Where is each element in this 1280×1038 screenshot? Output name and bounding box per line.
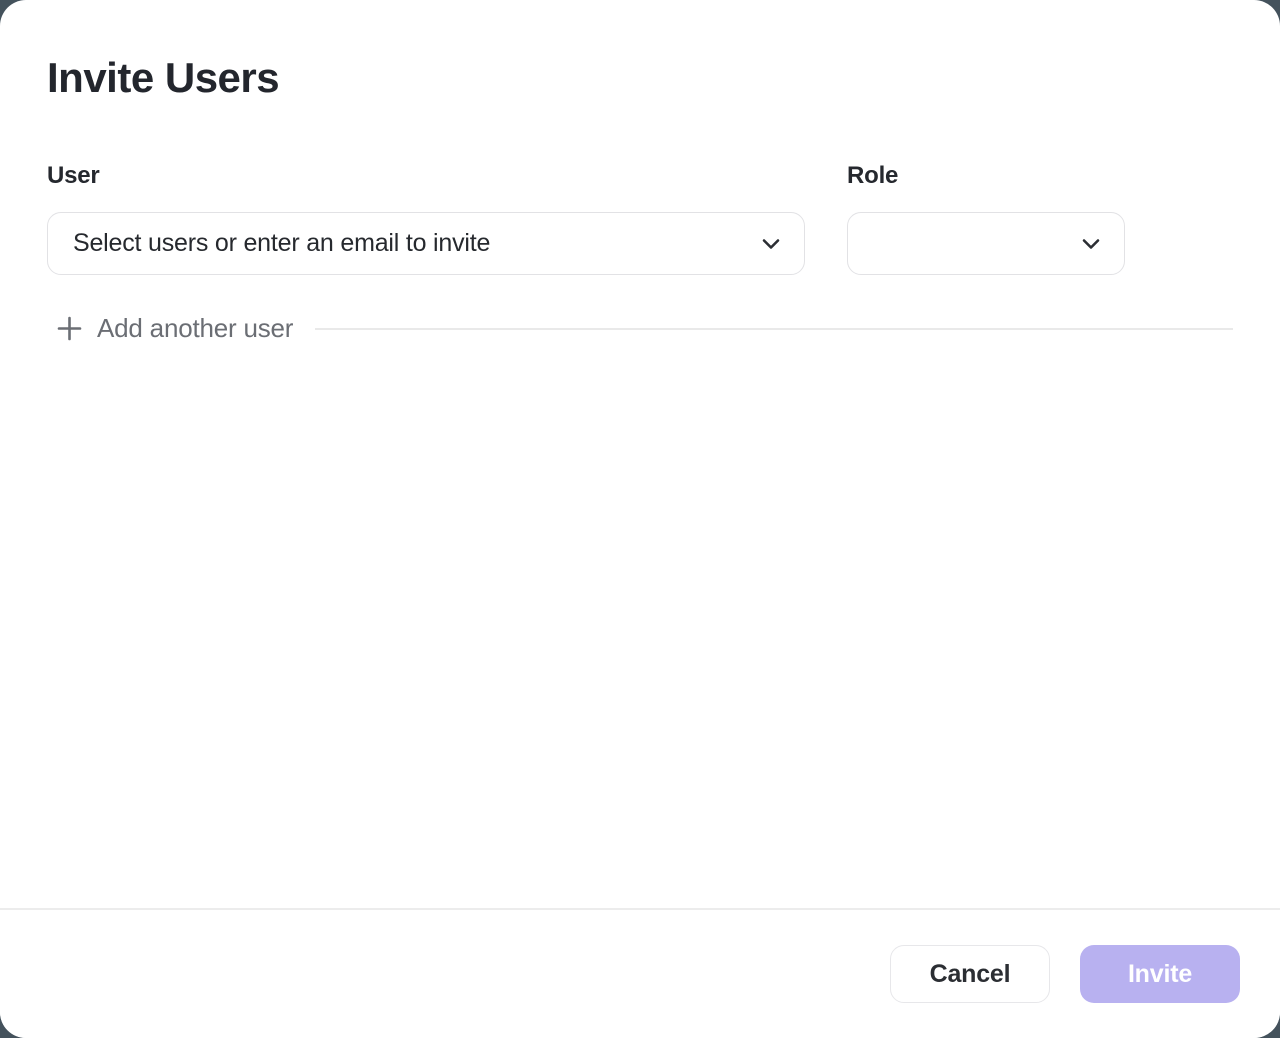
invite-users-modal: Invite Users User Select users or enter … <box>0 0 1280 1038</box>
add-another-user-button[interactable]: Add another user <box>47 313 293 344</box>
page-title: Invite Users <box>47 54 1233 102</box>
add-another-user-row: Add another user <box>47 313 1233 344</box>
invite-form-row: User Select users or enter an email to i… <box>47 162 1233 275</box>
cancel-button[interactable]: Cancel <box>890 945 1050 1003</box>
user-field-label: User <box>47 162 805 190</box>
user-select[interactable]: Select users or enter an email to invite <box>47 212 805 275</box>
user-field-group: User Select users or enter an email to i… <box>47 162 805 275</box>
chevron-down-icon <box>1080 233 1102 255</box>
modal-footer: Cancel Invite <box>0 908 1280 1038</box>
role-select[interactable] <box>847 212 1125 275</box>
role-field-group: Role <box>847 162 1125 275</box>
horizontal-rule <box>315 328 1233 330</box>
plus-icon <box>56 315 83 342</box>
modal-content: Invite Users User Select users or enter … <box>0 54 1280 344</box>
add-another-user-label: Add another user <box>97 313 293 344</box>
user-select-placeholder: Select users or enter an email to invite <box>73 229 490 258</box>
invite-button[interactable]: Invite <box>1080 945 1240 1003</box>
role-field-label: Role <box>847 162 1125 190</box>
chevron-down-icon <box>760 233 782 255</box>
